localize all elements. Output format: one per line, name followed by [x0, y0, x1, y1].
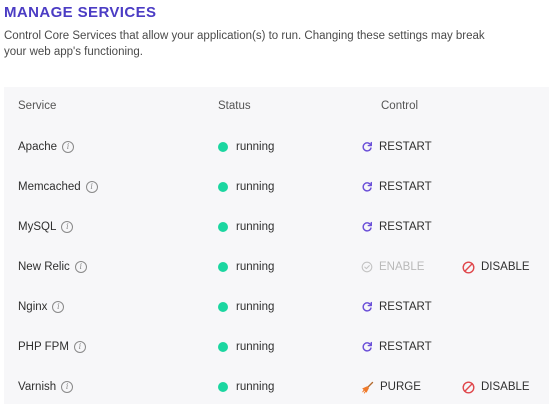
- status-cell: running: [218, 367, 274, 407]
- action-label: DISABLE: [481, 261, 530, 273]
- restart-button[interactable]: RESTART: [361, 341, 432, 353]
- action-label: RESTART: [379, 221, 432, 233]
- restart-icon: [361, 141, 379, 153]
- status-text: running: [236, 141, 275, 153]
- status-text: running: [236, 181, 275, 193]
- header-status: Status: [218, 100, 251, 112]
- disable-icon: [462, 260, 481, 274]
- control-cell: RESTART: [361, 327, 432, 367]
- disable-button[interactable]: DISABLE: [462, 367, 530, 407]
- restart-icon: [361, 301, 379, 313]
- enable-button: ENABLE: [361, 261, 424, 273]
- restart-icon: [361, 341, 379, 353]
- service-name: Memcached: [18, 181, 81, 193]
- status-text: running: [236, 261, 275, 273]
- info-icon[interactable]: i: [52, 301, 65, 313]
- running-status-dot-icon: [218, 262, 228, 272]
- status-cell: running: [218, 327, 274, 367]
- header-service: Service: [18, 100, 57, 112]
- disable-button[interactable]: DISABLE: [462, 247, 530, 287]
- status-text: running: [236, 381, 275, 393]
- action-label: RESTART: [379, 141, 432, 153]
- service-name: Nginx: [18, 301, 48, 313]
- action-label: DISABLE: [481, 381, 530, 393]
- status-cell: running: [218, 167, 274, 207]
- service-name-cell: Nginx i: [18, 287, 65, 327]
- action-label: RESTART: [379, 181, 432, 193]
- service-name: PHP FPM: [18, 341, 69, 353]
- restart-button[interactable]: RESTART: [361, 141, 432, 153]
- restart-button[interactable]: RESTART: [361, 181, 432, 193]
- status-text: running: [236, 301, 275, 313]
- info-icon[interactable]: i: [61, 381, 74, 393]
- service-name: Apache: [18, 141, 58, 153]
- service-name: MySQL: [18, 221, 57, 233]
- action-label: RESTART: [379, 301, 432, 313]
- action-label: RESTART: [379, 341, 432, 353]
- header-control: Control: [381, 100, 419, 112]
- info-icon[interactable]: i: [61, 221, 74, 233]
- restart-button[interactable]: RESTART: [361, 221, 432, 233]
- control-cell: RESTART: [361, 127, 432, 167]
- table-row: MySQL i running RESTART: [4, 207, 549, 247]
- running-status-dot-icon: [218, 302, 228, 312]
- check-circle-icon: [361, 261, 379, 273]
- control-cell: RESTART: [361, 167, 432, 207]
- control-cell: ENABLE: [361, 247, 424, 287]
- page-title: MANAGE SERVICES: [4, 4, 157, 21]
- control-cell: RESTART: [361, 287, 432, 327]
- service-name-cell: MySQL i: [18, 207, 74, 247]
- restart-button[interactable]: RESTART: [361, 301, 432, 313]
- disable-icon: [462, 380, 481, 394]
- info-icon[interactable]: i: [74, 261, 87, 273]
- status-cell: running: [218, 287, 274, 327]
- running-status-dot-icon: [218, 142, 228, 152]
- service-name-cell: PHP FPM i: [18, 327, 86, 367]
- control-cell: PURGE: [361, 367, 421, 407]
- restart-icon: [361, 181, 379, 193]
- action-label: PURGE: [380, 381, 421, 393]
- service-name-cell: Memcached i: [18, 167, 98, 207]
- page-description: Control Core Services that allow your ap…: [4, 30, 485, 58]
- table-row: Apache i running RESTART: [4, 127, 549, 167]
- restart-icon: [361, 221, 379, 233]
- status-text: running: [236, 341, 275, 353]
- broom-icon: [361, 381, 380, 394]
- table-row: Nginx i running RESTART: [4, 287, 549, 327]
- info-icon[interactable]: i: [62, 141, 75, 153]
- purge-button[interactable]: PURGE: [361, 381, 421, 394]
- table-row: PHP FPM i running RESTART: [4, 327, 549, 367]
- info-icon[interactable]: i: [73, 341, 86, 353]
- running-status-dot-icon: [218, 342, 228, 352]
- service-name-cell: Varnish i: [18, 367, 74, 407]
- running-status-dot-icon: [218, 222, 228, 232]
- info-icon[interactable]: i: [85, 181, 98, 193]
- action-label: ENABLE: [379, 261, 425, 273]
- service-name: New Relic: [18, 261, 70, 273]
- control-cell: RESTART: [361, 207, 432, 247]
- status-cell: running: [218, 127, 274, 167]
- table-row: New Relic i running ENABLE DISABLE: [4, 247, 549, 287]
- service-name: Varnish: [18, 381, 57, 393]
- service-name-cell: New Relic i: [18, 247, 87, 287]
- service-name-cell: Apache i: [18, 127, 75, 167]
- running-status-dot-icon: [218, 382, 228, 392]
- services-table: Service Status Control Apache i running RES…: [4, 87, 549, 404]
- table-row: Varnish i running PURGE DISABLE: [4, 367, 549, 407]
- status-cell: running: [218, 247, 274, 287]
- status-text: running: [236, 221, 275, 233]
- running-status-dot-icon: [218, 182, 228, 192]
- table-row: Memcached i running RESTART: [4, 167, 549, 207]
- status-cell: running: [218, 207, 274, 247]
